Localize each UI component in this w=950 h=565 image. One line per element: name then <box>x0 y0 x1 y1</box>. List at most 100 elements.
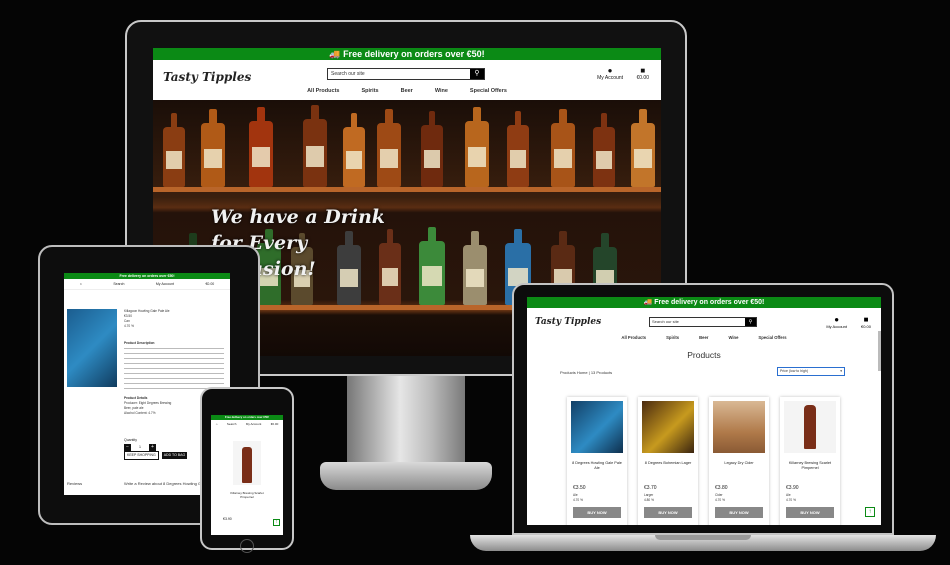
product-name[interactable]: 8 Degrees Howling Gale Pale Ale <box>570 461 624 471</box>
search-link[interactable]: Search <box>113 282 124 286</box>
search-input[interactable]: Search our site <box>650 318 745 326</box>
bottle <box>507 111 529 188</box>
nav-special-offers[interactable]: Special Offers <box>470 88 507 94</box>
bottle <box>163 113 185 188</box>
buy-now-button[interactable]: BUY NOW <box>573 507 621 518</box>
scroll-top-button[interactable]: ↑ <box>273 519 280 526</box>
product-card[interactable]: Killarney Brewing Scarlet Pimpernel €3.9… <box>780 397 840 525</box>
search-bar: Search our site ⚲ <box>649 317 757 327</box>
search-input[interactable]: Search our site <box>328 69 470 79</box>
product-image[interactable] <box>571 401 623 453</box>
add-to-bag-button[interactable]: ADD TO BAG <box>161 452 188 460</box>
quantity-input[interactable]: 1 <box>132 444 148 451</box>
laptop-notch <box>655 535 751 540</box>
bag-total[interactable]: €0.00 <box>205 282 214 286</box>
product-meta: Larger 4.80 % <box>644 493 654 503</box>
buy-now-button[interactable]: BUY NOW <box>644 507 692 518</box>
nav-beer[interactable]: Beer <box>401 88 413 94</box>
phone-device: Free delivery on orders over €50! ⌂ Sear… <box>200 387 294 553</box>
scrollbar[interactable] <box>878 331 881 371</box>
product-price: €3.90 <box>786 485 799 491</box>
product-name[interactable]: Legacy Dry Cider <box>712 461 766 466</box>
product-card[interactable]: 8 Degrees Bohemian Lager €3.70 Larger 4.8… <box>638 397 698 525</box>
product-image <box>67 309 117 387</box>
increment-button[interactable]: + <box>148 444 156 451</box>
chevron-down-icon: ▾ <box>840 369 842 373</box>
tablet-actions: Quantity − 1 + KEEP SHOPPING ADD TO BAG <box>124 437 188 461</box>
account-link[interactable]: ● My Account <box>597 66 623 81</box>
bag-total[interactable]: €0.00 <box>271 422 279 426</box>
nav-spirits[interactable]: Spirits <box>361 88 378 94</box>
buy-now-button[interactable]: BUY NOW <box>786 507 834 518</box>
site-logo[interactable]: Tasty Tipples <box>163 70 251 84</box>
promo-text: Free delivery on orders over €50! <box>654 299 765 306</box>
bag-link[interactable]: ■ €0.00 <box>636 66 649 81</box>
tablet-header: ⌂ Search My Account €0.00 <box>64 279 230 290</box>
promo-banner: 🚚 Free delivery on orders over €50! <box>153 48 661 60</box>
decrement-button[interactable]: − <box>124 444 131 451</box>
promo-text: Free delivery on orders over €50! <box>343 49 485 59</box>
bottle <box>631 109 655 188</box>
arrow-up-icon: ↑ <box>868 509 872 515</box>
keep-shopping-button[interactable]: KEEP SHOPPING <box>124 451 159 461</box>
nav-spirits[interactable]: Spirits <box>666 335 679 340</box>
bag-link[interactable]: ■ €0.00 <box>861 315 871 329</box>
nav-wine[interactable]: Wine <box>728 335 738 340</box>
nav-wine[interactable]: Wine <box>435 88 448 94</box>
product-price: €3.70 <box>644 485 657 491</box>
truck-icon: 🚚 <box>643 299 655 306</box>
home-icon[interactable]: ⌂ <box>216 422 218 426</box>
bottle <box>421 111 443 188</box>
product-abv: 4.80 % <box>644 498 654 502</box>
search-button[interactable]: ⚲ <box>470 69 484 79</box>
page-title: Products <box>687 350 721 360</box>
scroll-top-button[interactable]: ↑ <box>865 507 875 517</box>
product-image[interactable] <box>784 401 836 453</box>
bottle <box>465 107 489 188</box>
account-link[interactable]: ● My Account <box>826 315 847 329</box>
product-toolbar: Products Home | 13 Products Price (low t… <box>527 364 881 378</box>
bag-total: €0.00 <box>860 324 871 329</box>
user-icon: ● <box>834 315 840 324</box>
product-meta: Ale 4.70 % <box>786 493 796 503</box>
breadcrumb[interactable]: Products Home | 13 Products <box>560 370 612 375</box>
search-link[interactable]: Search <box>227 422 237 426</box>
site-logo[interactable]: Tasty Tipples <box>535 317 601 327</box>
buy-now-button[interactable]: BUY NOW <box>715 507 763 518</box>
search-button[interactable]: ⚲ <box>745 318 756 326</box>
product-image[interactable] <box>713 401 765 453</box>
nav-all-products[interactable]: All Products <box>307 88 339 94</box>
product-name[interactable]: 8 Degrees Bohemian Lager <box>641 461 695 466</box>
product-card[interactable]: Legacy Dry Cider €3.80 Cider 4.70 % BUY N… <box>709 397 769 525</box>
account-label: My Account <box>826 324 847 329</box>
bottle <box>249 107 273 188</box>
product-abv: 4.70 % <box>786 498 796 502</box>
site-header: Tasty Tipples Search our site ⚲ ● My Acco… <box>527 308 881 342</box>
nav-all-products[interactable]: All Products <box>621 335 646 340</box>
product-price: €3.50 <box>573 485 586 491</box>
truck-icon: 🚚 <box>329 49 344 59</box>
shopping-bag-icon: ■ <box>863 315 869 324</box>
home-button[interactable] <box>240 539 254 553</box>
site-header: Tasty Tipples Search our site ⚲ ● My Acco… <box>153 60 661 100</box>
sort-select[interactable]: Price (low to high) ▾ <box>777 367 845 376</box>
home-icon[interactable]: ⌂ <box>80 282 82 286</box>
account-link[interactable]: My Account <box>156 282 174 286</box>
product-meta: Cider 4.70 % <box>715 493 725 503</box>
search-icon: ⚲ <box>748 319 753 325</box>
quantity-stepper: − 1 + <box>124 444 187 451</box>
promo-banner: 🚚 Free delivery on orders over €50! <box>527 297 881 308</box>
product-card[interactable]: 8 Degrees Howling Gale Pale Ale €3.50 Al… <box>567 397 627 525</box>
bottle <box>343 113 365 188</box>
account-link[interactable]: My Account <box>246 422 262 426</box>
bottle <box>551 109 575 188</box>
product-image[interactable] <box>642 401 694 453</box>
bottle <box>593 113 615 188</box>
product-image[interactable] <box>233 441 261 485</box>
main-nav: All Products Spirits Beer Wine Special O… <box>153 88 661 94</box>
product-meta: Ale 4.70 % <box>573 493 583 503</box>
nav-special-offers[interactable]: Special Offers <box>758 335 786 340</box>
product-name[interactable]: Killarney Brewing Scarlet Pimpernel <box>783 461 837 471</box>
nav-beer[interactable]: Beer <box>699 335 708 340</box>
quantity-label: Quantity <box>124 438 138 442</box>
